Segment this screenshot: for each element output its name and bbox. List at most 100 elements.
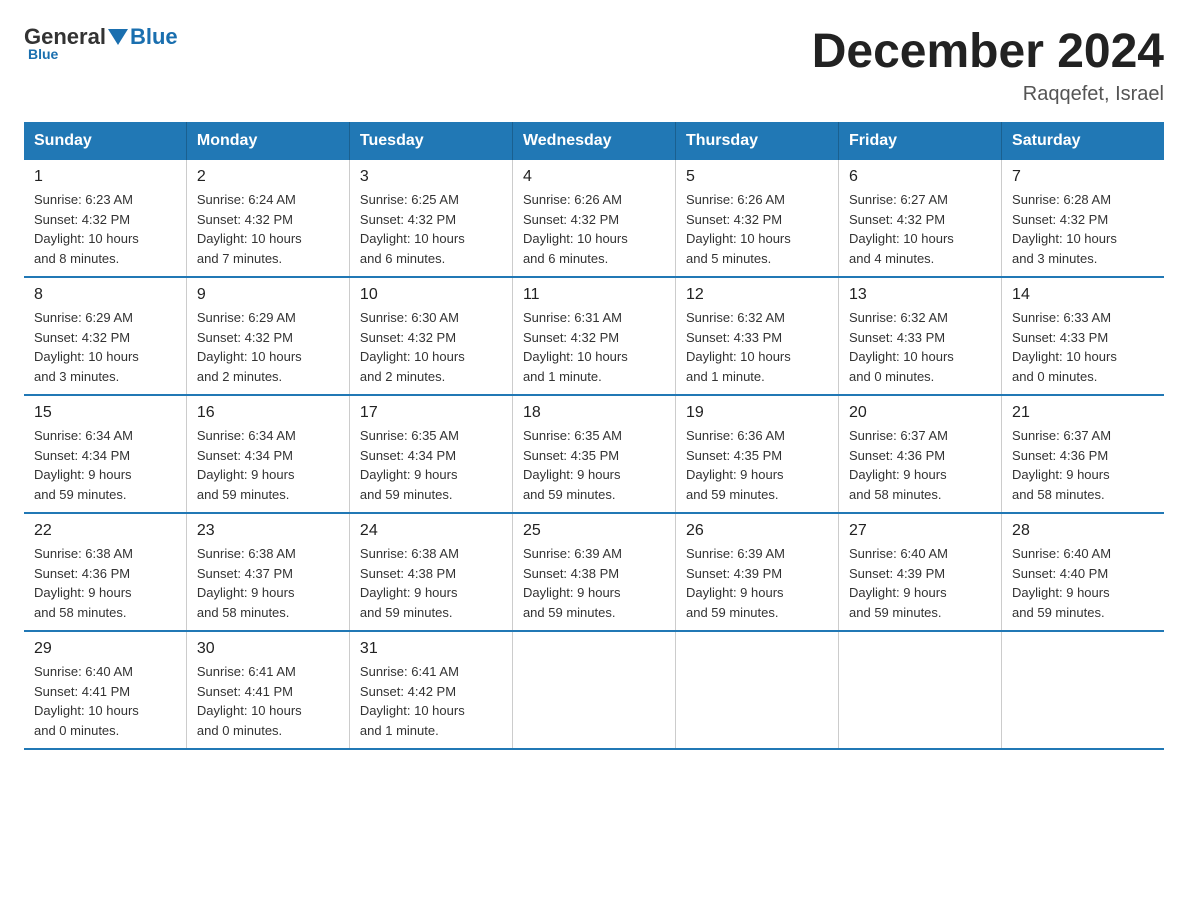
- calendar-cell: 1 Sunrise: 6:23 AMSunset: 4:32 PMDayligh…: [24, 160, 186, 277]
- calendar-week-row: 8 Sunrise: 6:29 AMSunset: 4:32 PMDayligh…: [24, 277, 1164, 395]
- day-number: 18: [523, 404, 665, 422]
- calendar-cell: 13 Sunrise: 6:32 AMSunset: 4:33 PMDaylig…: [839, 277, 1002, 395]
- day-number: 6: [849, 168, 991, 186]
- day-number: 25: [523, 522, 665, 540]
- day-number: 21: [1012, 404, 1154, 422]
- day-number: 27: [849, 522, 991, 540]
- calendar-cell: 6 Sunrise: 6:27 AMSunset: 4:32 PMDayligh…: [839, 160, 1002, 277]
- calendar-cell: 9 Sunrise: 6:29 AMSunset: 4:32 PMDayligh…: [186, 277, 349, 395]
- day-info: Sunrise: 6:40 AMSunset: 4:41 PMDaylight:…: [34, 662, 176, 740]
- day-info: Sunrise: 6:29 AMSunset: 4:32 PMDaylight:…: [34, 308, 176, 386]
- page-title: December 2024: [812, 24, 1164, 79]
- day-info: Sunrise: 6:28 AMSunset: 4:32 PMDaylight:…: [1012, 190, 1154, 268]
- calendar-cell: 14 Sunrise: 6:33 AMSunset: 4:33 PMDaylig…: [1002, 277, 1164, 395]
- day-number: 19: [686, 404, 828, 422]
- calendar-week-row: 22 Sunrise: 6:38 AMSunset: 4:36 PMDaylig…: [24, 513, 1164, 631]
- day-info: Sunrise: 6:31 AMSunset: 4:32 PMDaylight:…: [523, 308, 665, 386]
- calendar-table: Sunday Monday Tuesday Wednesday Thursday…: [24, 122, 1164, 750]
- day-number: 16: [197, 404, 339, 422]
- calendar-cell: [839, 631, 1002, 749]
- day-info: Sunrise: 6:37 AMSunset: 4:36 PMDaylight:…: [849, 426, 991, 504]
- day-number: 10: [360, 286, 502, 304]
- calendar-header-row: Sunday Monday Tuesday Wednesday Thursday…: [24, 122, 1164, 160]
- day-number: 9: [197, 286, 339, 304]
- day-info: Sunrise: 6:34 AMSunset: 4:34 PMDaylight:…: [34, 426, 176, 504]
- calendar-cell: 22 Sunrise: 6:38 AMSunset: 4:36 PMDaylig…: [24, 513, 186, 631]
- title-block: December 2024 Raqqefet, Israel: [812, 24, 1164, 106]
- calendar-cell: 15 Sunrise: 6:34 AMSunset: 4:34 PMDaylig…: [24, 395, 186, 513]
- page-subtitle: Raqqefet, Israel: [812, 83, 1164, 106]
- day-info: Sunrise: 6:23 AMSunset: 4:32 PMDaylight:…: [34, 190, 176, 268]
- calendar-cell: 31 Sunrise: 6:41 AMSunset: 4:42 PMDaylig…: [349, 631, 512, 749]
- calendar-cell: 4 Sunrise: 6:26 AMSunset: 4:32 PMDayligh…: [512, 160, 675, 277]
- page-header: General Blue Blue December 2024 Raqqefet…: [24, 24, 1164, 106]
- day-info: Sunrise: 6:29 AMSunset: 4:32 PMDaylight:…: [197, 308, 339, 386]
- calendar-cell: 8 Sunrise: 6:29 AMSunset: 4:32 PMDayligh…: [24, 277, 186, 395]
- calendar-cell: 3 Sunrise: 6:25 AMSunset: 4:32 PMDayligh…: [349, 160, 512, 277]
- day-info: Sunrise: 6:30 AMSunset: 4:32 PMDaylight:…: [360, 308, 502, 386]
- day-number: 7: [1012, 168, 1154, 186]
- day-number: 5: [686, 168, 828, 186]
- day-info: Sunrise: 6:38 AMSunset: 4:37 PMDaylight:…: [197, 544, 339, 622]
- calendar-cell: 18 Sunrise: 6:35 AMSunset: 4:35 PMDaylig…: [512, 395, 675, 513]
- day-info: Sunrise: 6:38 AMSunset: 4:36 PMDaylight:…: [34, 544, 176, 622]
- calendar-week-row: 15 Sunrise: 6:34 AMSunset: 4:34 PMDaylig…: [24, 395, 1164, 513]
- day-number: 31: [360, 640, 502, 658]
- day-number: 3: [360, 168, 502, 186]
- day-number: 29: [34, 640, 176, 658]
- day-number: 17: [360, 404, 502, 422]
- logo-triangle-icon: [108, 29, 128, 45]
- header-saturday: Saturday: [1002, 122, 1164, 160]
- calendar-cell: 2 Sunrise: 6:24 AMSunset: 4:32 PMDayligh…: [186, 160, 349, 277]
- day-number: 28: [1012, 522, 1154, 540]
- calendar-cell: [512, 631, 675, 749]
- calendar-cell: 28 Sunrise: 6:40 AMSunset: 4:40 PMDaylig…: [1002, 513, 1164, 631]
- day-info: Sunrise: 6:38 AMSunset: 4:38 PMDaylight:…: [360, 544, 502, 622]
- day-info: Sunrise: 6:36 AMSunset: 4:35 PMDaylight:…: [686, 426, 828, 504]
- day-info: Sunrise: 6:39 AMSunset: 4:38 PMDaylight:…: [523, 544, 665, 622]
- header-wednesday: Wednesday: [512, 122, 675, 160]
- day-info: Sunrise: 6:35 AMSunset: 4:34 PMDaylight:…: [360, 426, 502, 504]
- day-info: Sunrise: 6:27 AMSunset: 4:32 PMDaylight:…: [849, 190, 991, 268]
- calendar-cell: 21 Sunrise: 6:37 AMSunset: 4:36 PMDaylig…: [1002, 395, 1164, 513]
- calendar-cell: 7 Sunrise: 6:28 AMSunset: 4:32 PMDayligh…: [1002, 160, 1164, 277]
- day-number: 26: [686, 522, 828, 540]
- calendar-cell: 10 Sunrise: 6:30 AMSunset: 4:32 PMDaylig…: [349, 277, 512, 395]
- calendar-cell: 24 Sunrise: 6:38 AMSunset: 4:38 PMDaylig…: [349, 513, 512, 631]
- calendar-cell: 25 Sunrise: 6:39 AMSunset: 4:38 PMDaylig…: [512, 513, 675, 631]
- day-number: 30: [197, 640, 339, 658]
- day-info: Sunrise: 6:34 AMSunset: 4:34 PMDaylight:…: [197, 426, 339, 504]
- header-sunday: Sunday: [24, 122, 186, 160]
- day-number: 22: [34, 522, 176, 540]
- calendar-cell: [675, 631, 838, 749]
- calendar-cell: 23 Sunrise: 6:38 AMSunset: 4:37 PMDaylig…: [186, 513, 349, 631]
- day-number: 14: [1012, 286, 1154, 304]
- logo: General Blue Blue: [24, 24, 178, 62]
- day-info: Sunrise: 6:41 AMSunset: 4:41 PMDaylight:…: [197, 662, 339, 740]
- calendar-cell: 12 Sunrise: 6:32 AMSunset: 4:33 PMDaylig…: [675, 277, 838, 395]
- day-number: 4: [523, 168, 665, 186]
- day-info: Sunrise: 6:26 AMSunset: 4:32 PMDaylight:…: [523, 190, 665, 268]
- day-info: Sunrise: 6:24 AMSunset: 4:32 PMDaylight:…: [197, 190, 339, 268]
- day-number: 1: [34, 168, 176, 186]
- day-info: Sunrise: 6:40 AMSunset: 4:39 PMDaylight:…: [849, 544, 991, 622]
- day-number: 23: [197, 522, 339, 540]
- calendar-week-row: 29 Sunrise: 6:40 AMSunset: 4:41 PMDaylig…: [24, 631, 1164, 749]
- calendar-cell: 26 Sunrise: 6:39 AMSunset: 4:39 PMDaylig…: [675, 513, 838, 631]
- day-number: 11: [523, 286, 665, 304]
- header-tuesday: Tuesday: [349, 122, 512, 160]
- day-info: Sunrise: 6:32 AMSunset: 4:33 PMDaylight:…: [849, 308, 991, 386]
- day-info: Sunrise: 6:41 AMSunset: 4:42 PMDaylight:…: [360, 662, 502, 740]
- day-info: Sunrise: 6:25 AMSunset: 4:32 PMDaylight:…: [360, 190, 502, 268]
- day-number: 13: [849, 286, 991, 304]
- day-number: 24: [360, 522, 502, 540]
- calendar-cell: 5 Sunrise: 6:26 AMSunset: 4:32 PMDayligh…: [675, 160, 838, 277]
- calendar-cell: 30 Sunrise: 6:41 AMSunset: 4:41 PMDaylig…: [186, 631, 349, 749]
- day-info: Sunrise: 6:33 AMSunset: 4:33 PMDaylight:…: [1012, 308, 1154, 386]
- day-info: Sunrise: 6:39 AMSunset: 4:39 PMDaylight:…: [686, 544, 828, 622]
- header-friday: Friday: [839, 122, 1002, 160]
- calendar-week-row: 1 Sunrise: 6:23 AMSunset: 4:32 PMDayligh…: [24, 160, 1164, 277]
- calendar-cell: 29 Sunrise: 6:40 AMSunset: 4:41 PMDaylig…: [24, 631, 186, 749]
- calendar-cell: 11 Sunrise: 6:31 AMSunset: 4:32 PMDaylig…: [512, 277, 675, 395]
- day-info: Sunrise: 6:26 AMSunset: 4:32 PMDaylight:…: [686, 190, 828, 268]
